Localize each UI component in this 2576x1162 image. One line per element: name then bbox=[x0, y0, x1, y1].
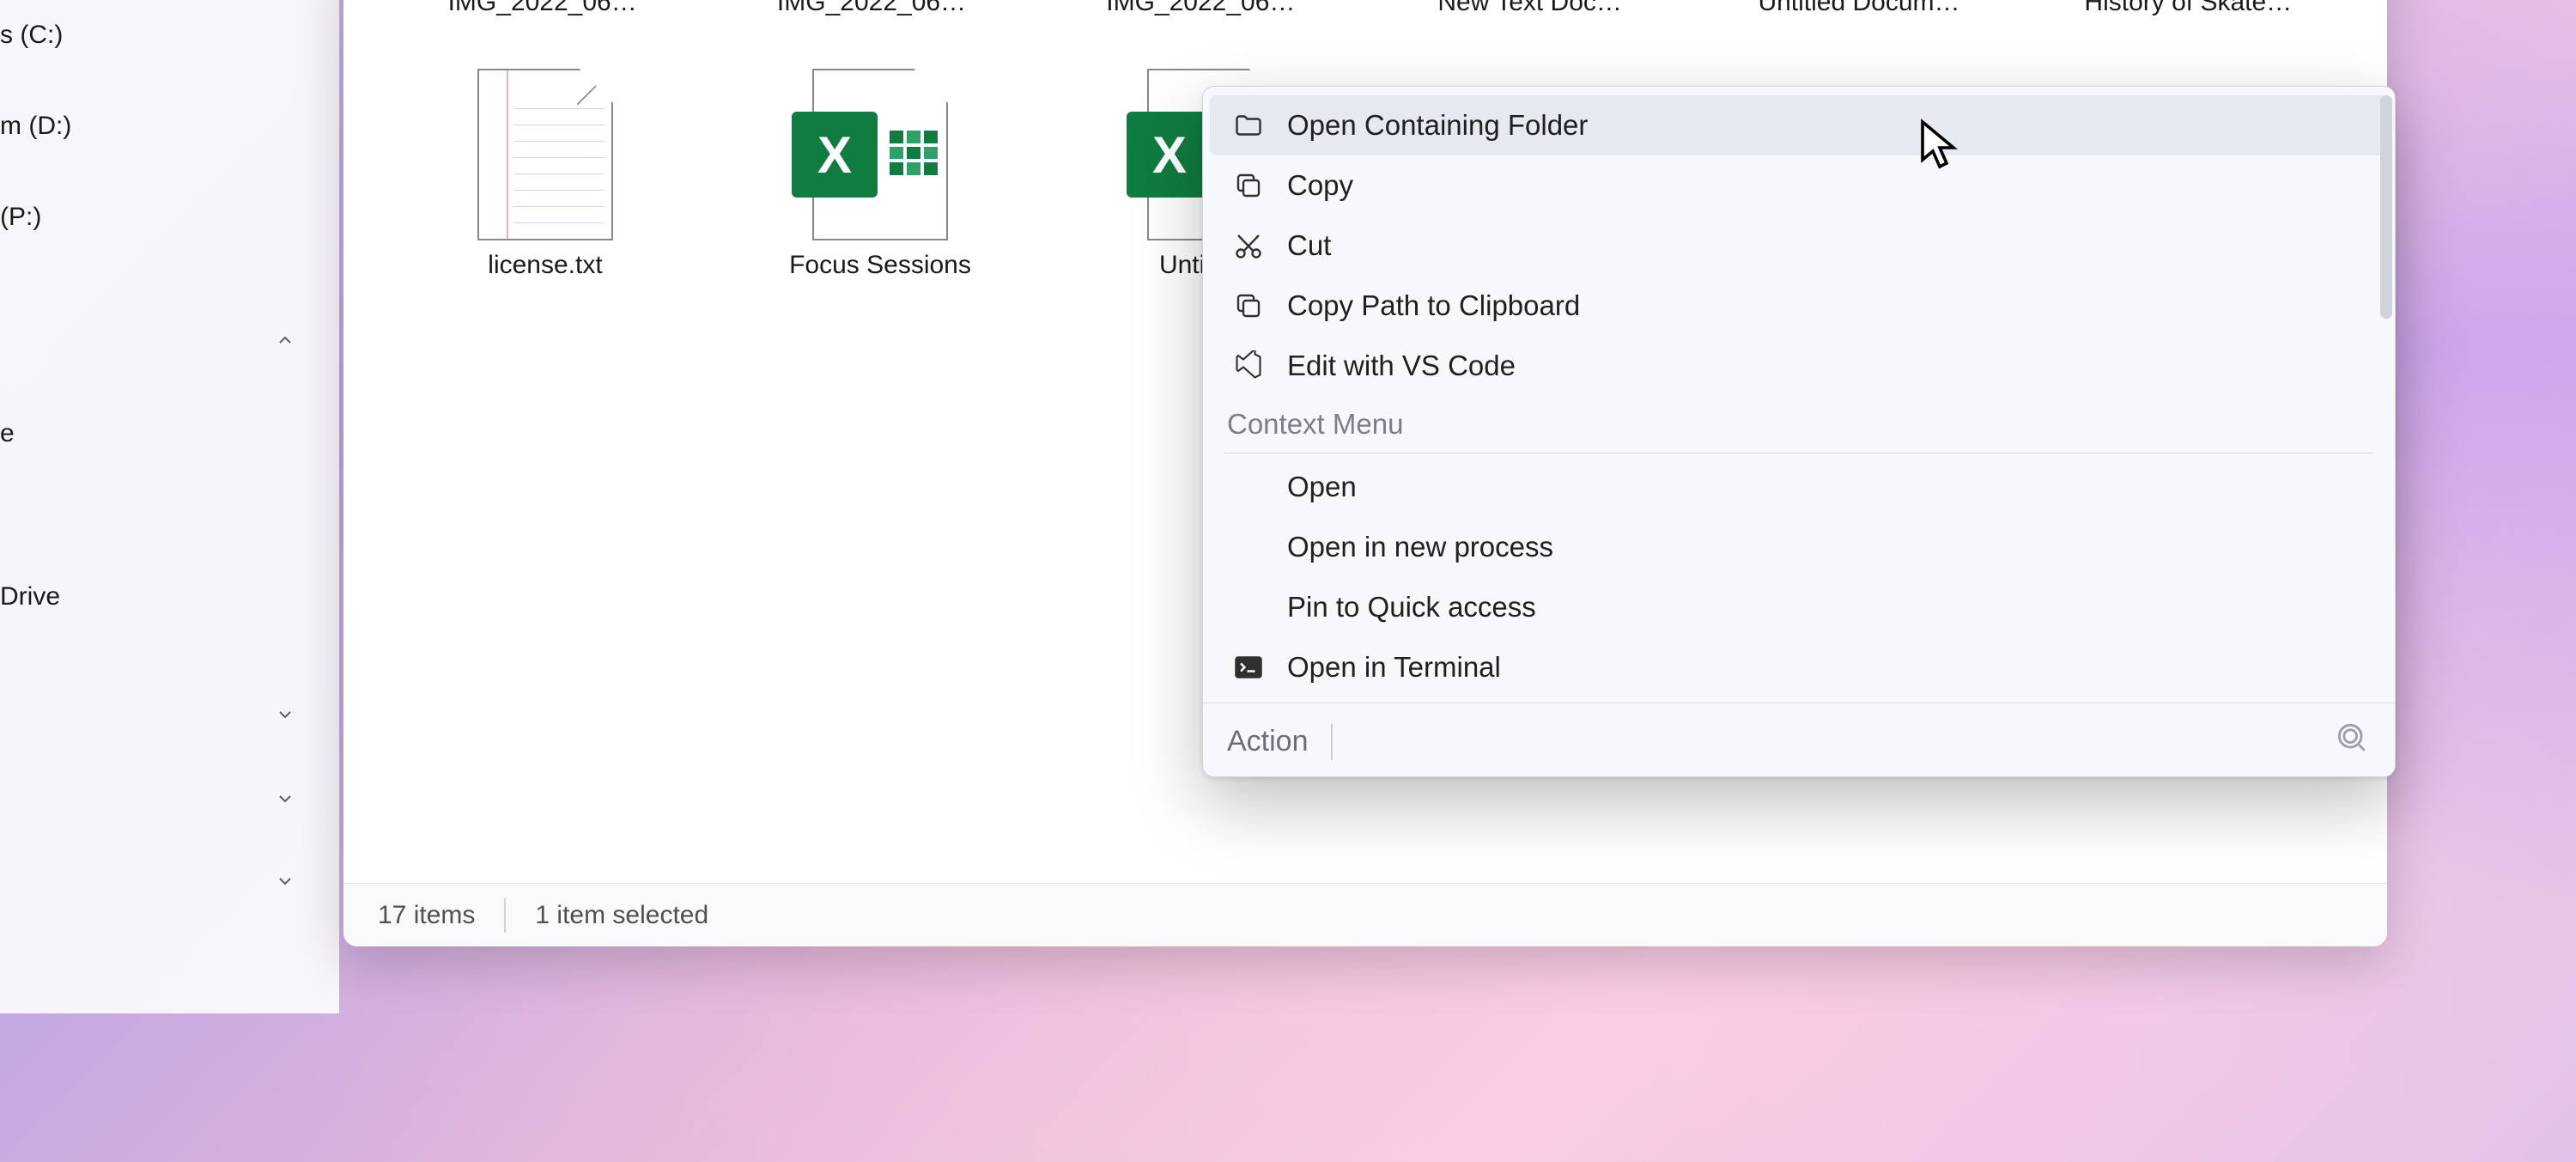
search-label: Action bbox=[1227, 725, 1309, 758]
menu-open-terminal[interactable]: Open in Terminal bbox=[1210, 637, 2388, 697]
menu-open[interactable]: Open bbox=[1210, 457, 2388, 517]
chevron-down-icon[interactable] bbox=[275, 704, 295, 725]
menu-open-new-process[interactable]: Open in new process bbox=[1210, 517, 2388, 577]
cut-icon bbox=[1230, 228, 1267, 264]
folder-icon bbox=[1230, 107, 1267, 143]
terminal-icon bbox=[1230, 649, 1267, 685]
status-bar: 17 items 1 item selected bbox=[343, 883, 2387, 946]
selection-count: 1 item selected bbox=[535, 901, 708, 930]
file-item-focus-sessions[interactable]: X Focus Sessions bbox=[713, 52, 1048, 297]
tree-item-drive[interactable]: Drive bbox=[0, 570, 339, 624]
tree-item-e[interactable]: e bbox=[0, 407, 339, 460]
chevron-up-icon[interactable] bbox=[275, 330, 295, 350]
nav-tree-partial: s (C:) m (D:) (P:) e Drive bbox=[0, 0, 339, 1013]
blank-icon bbox=[1230, 469, 1267, 505]
context-menu: Open Containing Folder Copy Cut Copy Pat… bbox=[1202, 86, 2396, 777]
file-item[interactable]: IMG_2022_06… bbox=[707, 0, 1036, 34]
excel-file-icon: X bbox=[811, 69, 949, 240]
file-item[interactable]: Untitled Docum… bbox=[1694, 0, 2023, 34]
menu-cut[interactable]: Cut bbox=[1210, 216, 2388, 276]
divider bbox=[504, 898, 506, 933]
file-item[interactable]: IMG_2022_06… bbox=[1036, 0, 1365, 34]
menu-section-header: Context Menu bbox=[1203, 396, 2395, 449]
text-file-icon bbox=[477, 69, 614, 240]
file-item-license[interactable]: license.txt bbox=[378, 52, 713, 297]
menu-pin-quick-access[interactable]: Pin to Quick access bbox=[1210, 577, 2388, 637]
scrollbar[interactable] bbox=[2380, 95, 2392, 319]
drive-p[interactable]: (P:) bbox=[0, 191, 339, 244]
menu-copy[interactable]: Copy bbox=[1210, 155, 2388, 216]
vscode-icon bbox=[1230, 348, 1267, 384]
drive-c[interactable]: s (C:) bbox=[0, 0, 339, 62]
item-count: 17 items bbox=[378, 901, 475, 930]
menu-copy-path[interactable]: Copy Path to Clipboard bbox=[1210, 276, 2388, 336]
copy-icon bbox=[1230, 167, 1267, 204]
command-search-bar[interactable]: Action bbox=[1203, 703, 2395, 768]
menu-edit-vscode[interactable]: Edit with VS Code bbox=[1210, 336, 2388, 396]
divider bbox=[1331, 724, 1333, 760]
file-item[interactable]: History of Skate… bbox=[2024, 0, 2353, 34]
search-icon[interactable] bbox=[2333, 719, 2371, 764]
drive-d[interactable]: m (D:) bbox=[0, 100, 339, 153]
file-item[interactable]: IMG_2022_06… bbox=[378, 0, 707, 34]
file-item[interactable]: New Text Doc… bbox=[1365, 0, 1694, 34]
copy-icon bbox=[1230, 288, 1267, 324]
chevron-down-icon[interactable] bbox=[275, 788, 295, 809]
blank-icon bbox=[1230, 529, 1267, 565]
blank-icon bbox=[1230, 589, 1267, 625]
menu-open-containing-folder[interactable]: Open Containing Folder bbox=[1210, 95, 2388, 155]
chevron-down-icon[interactable] bbox=[275, 871, 295, 891]
